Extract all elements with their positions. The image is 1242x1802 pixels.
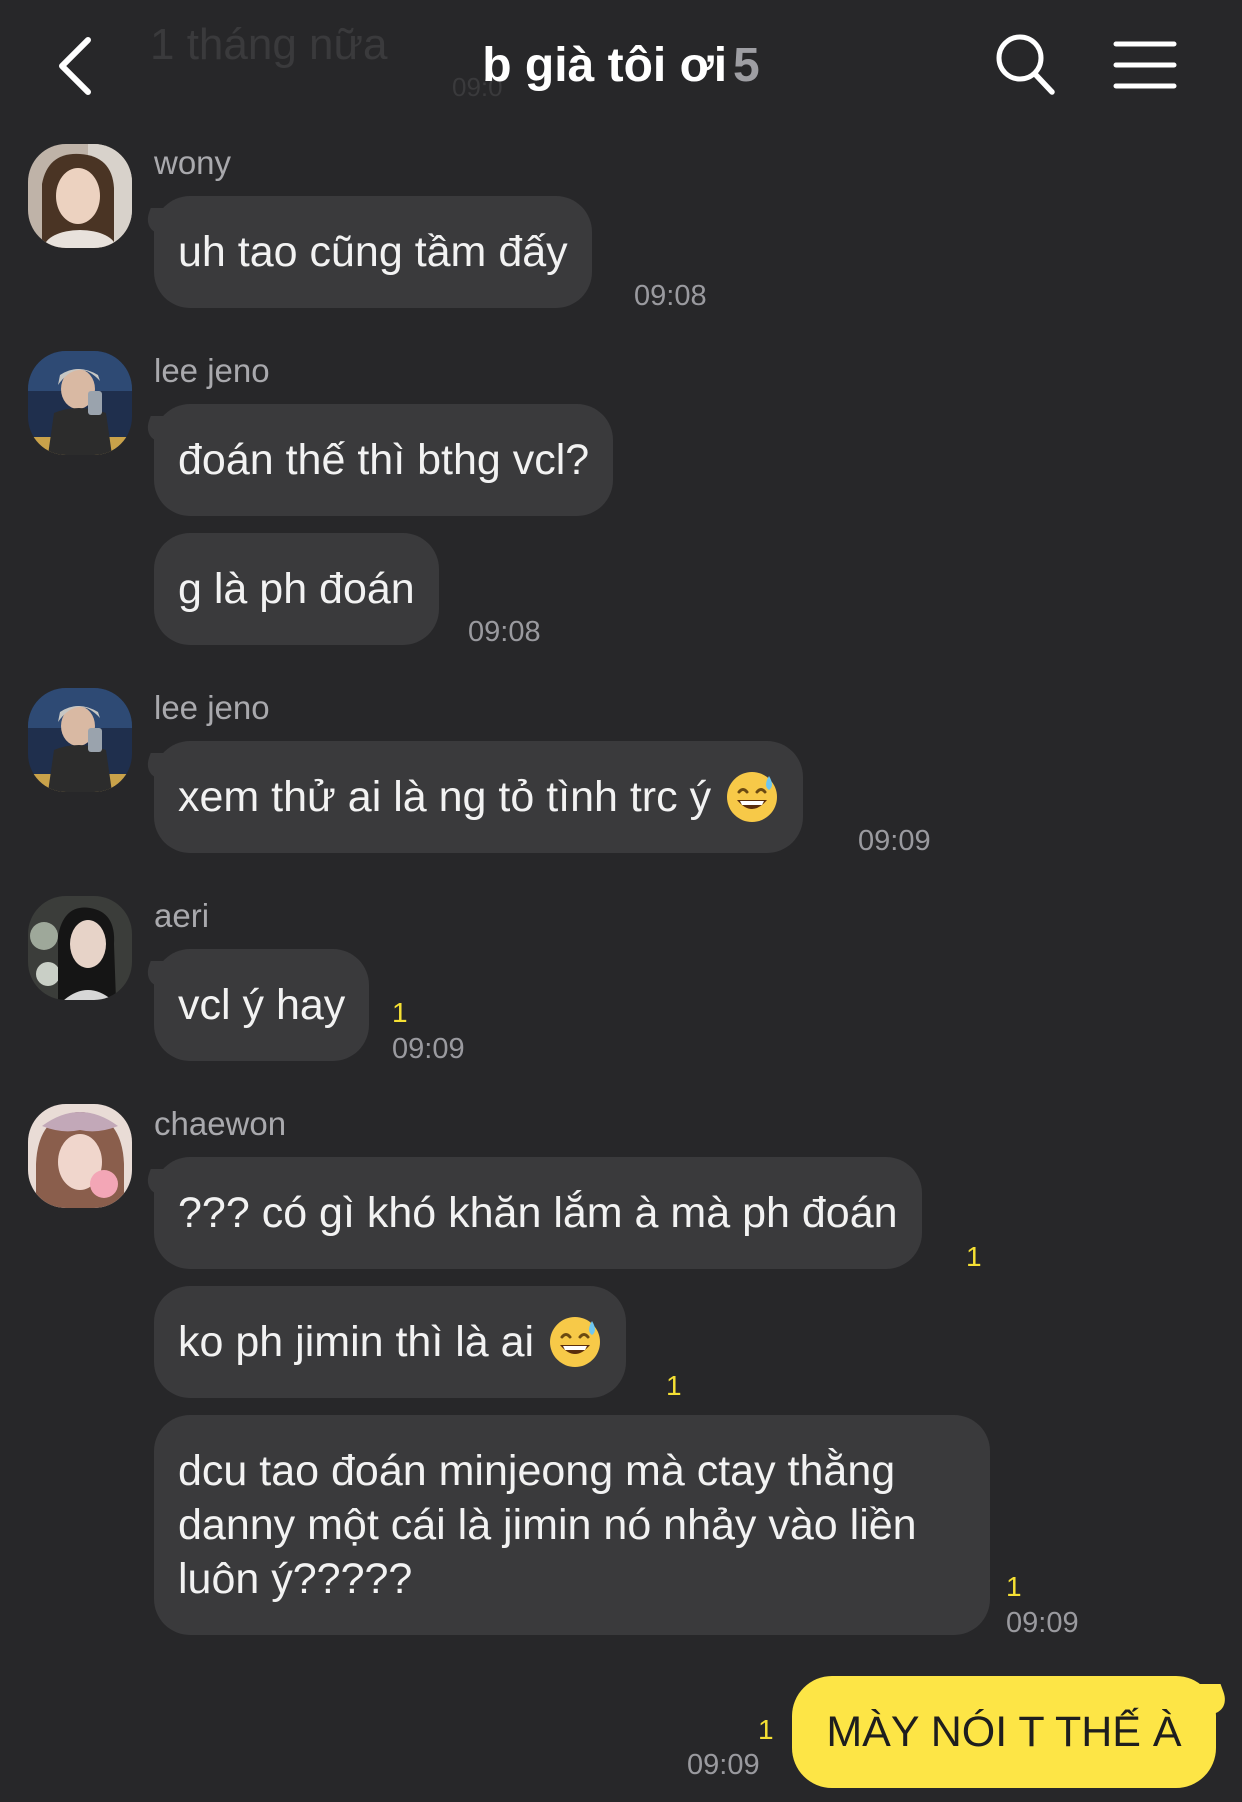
message-bubble[interactable]: uh tao cũng tầm đấy (154, 196, 592, 308)
message-time: 09:09 (392, 1033, 465, 1065)
chat-header: 1 tháng nữa 09:0 b già tôi ơi 5 (0, 0, 1242, 130)
search-button[interactable] (994, 30, 1058, 100)
search-icon (996, 34, 1055, 95)
my-message-bubble[interactable]: MÀY NÓI T THẾ À (792, 1676, 1216, 1788)
message-bubble[interactable]: vcl ý hay (154, 949, 370, 1061)
sweat-smile-emoji-icon (550, 1317, 601, 1367)
chat-name: b già tôi ơi (482, 39, 728, 92)
message-time: 09:08 (468, 616, 541, 648)
unread-count: 1 (758, 1714, 774, 1745)
message-text: xem thử ai là ng tỏ tình trc ý (178, 773, 712, 821)
chat-screen: 1 tháng nữa 09:0 b già tôi ơi 5 wony uh … (0, 0, 1242, 1802)
profile-photo-icon (28, 351, 132, 455)
message-time: 09:09 (858, 825, 931, 857)
profile-photo-icon (28, 896, 132, 1000)
unread-count: 1 (392, 997, 408, 1028)
message-bubble[interactable]: g là ph đoán (154, 533, 439, 645)
message-bubble[interactable]: ??? có gì khó khăn lắm à mà ph đoán (154, 1157, 922, 1269)
message-bubble[interactable]: đoán thế thì bthg vcl? (154, 404, 614, 516)
message-text: ??? có gì khó khăn lắm à mà ph đoán (178, 1189, 898, 1237)
menu-button[interactable] (1112, 36, 1178, 94)
message-text: đoán thế thì bthg vcl? (178, 436, 590, 484)
sender-name: lee jeno (154, 352, 270, 389)
sender-name: wony (154, 144, 232, 181)
unread-count: 1 (966, 1241, 982, 1272)
unread-count: 1 (666, 1370, 682, 1401)
sweat-smile-emoji-icon (727, 772, 778, 822)
profile-photo-icon (28, 688, 132, 792)
message-text: uh tao cũng tầm đấy (178, 228, 568, 276)
message-text: g là ph đoán (178, 565, 415, 613)
sender-name: lee jeno (154, 689, 270, 726)
avatar[interactable] (28, 351, 132, 455)
unread-count: 1 (1006, 1571, 1022, 1602)
avatar[interactable] (28, 688, 132, 792)
hamburger-menu-icon (1113, 41, 1177, 89)
sender-name: chaewon (154, 1105, 287, 1142)
message-time: 09:09 (687, 1749, 760, 1781)
message-bubble[interactable]: xem thử ai là ng tỏ tình trc ý (154, 741, 804, 853)
avatar[interactable] (28, 144, 132, 248)
member-count: 5 (733, 39, 760, 92)
sender-name: aeri (154, 897, 210, 934)
message-text: dcu tao đoán minjeong mà ctay thằng dann… (178, 1447, 917, 1603)
message-time: 09:08 (634, 280, 707, 312)
message-bubble[interactable]: dcu tao đoán minjeong mà ctay thằng dann… (154, 1415, 990, 1635)
message-time: 09:09 (1006, 1607, 1079, 1639)
avatar[interactable] (28, 896, 132, 1000)
message-text: MÀY NÓI T THẾ À (826, 1707, 1182, 1756)
message-bubble[interactable]: ko ph jimin thì là ai (154, 1286, 627, 1398)
profile-photo-icon (28, 1104, 132, 1208)
message-text: vcl ý hay (178, 981, 346, 1029)
message-text: ko ph jimin thì là ai (178, 1318, 535, 1366)
profile-photo-icon (28, 144, 132, 248)
avatar[interactable] (28, 1104, 132, 1208)
